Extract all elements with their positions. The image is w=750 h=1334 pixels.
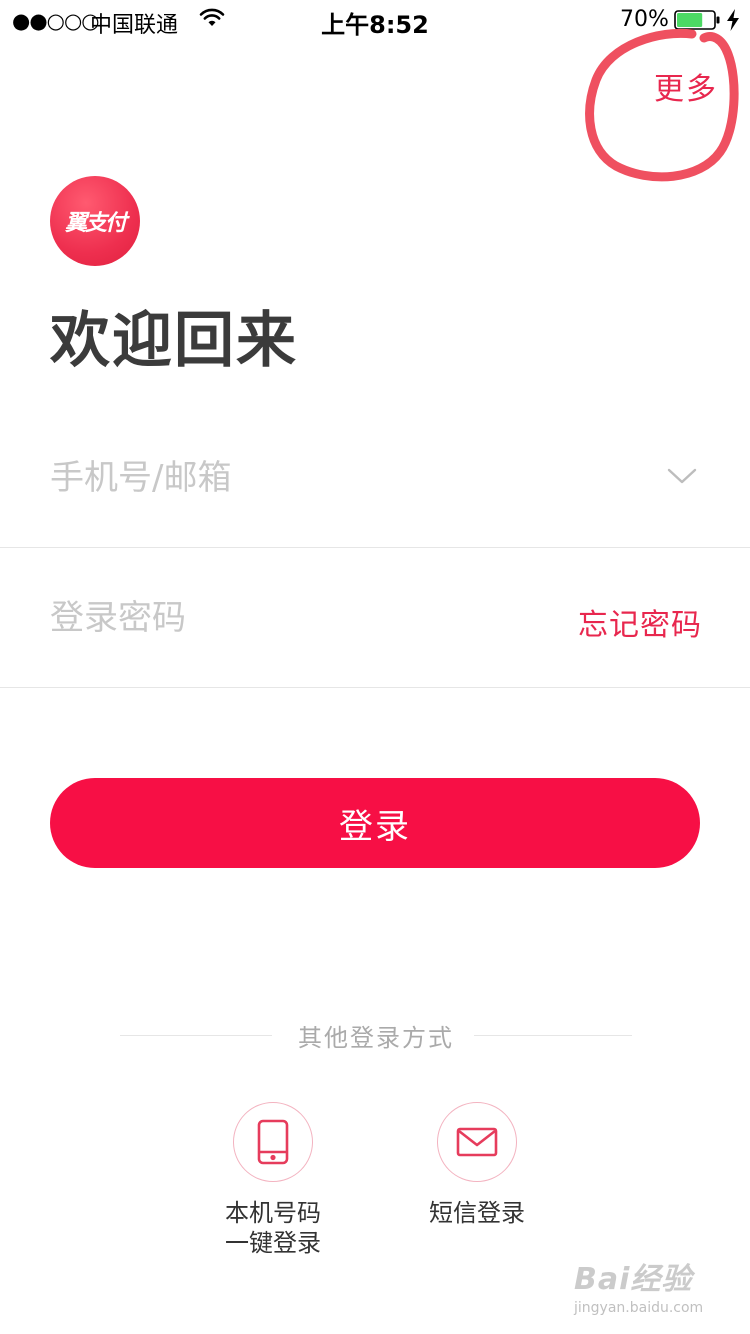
more-link[interactable]: 更多 <box>654 64 718 108</box>
one-click-login-button[interactable]: 本机号码 一键登录 <box>193 1102 353 1258</box>
account-input[interactable] <box>50 456 610 500</box>
divider <box>0 687 750 688</box>
status-bar: ●●○○○ 中国联通 上午8:52 70% <box>0 0 750 40</box>
battery-percent: 70% <box>620 7 669 32</box>
divider <box>0 547 750 548</box>
password-input[interactable] <box>50 596 530 640</box>
watermark: Bai经验 jingyan.baidu.com <box>574 1254 724 1324</box>
sms-login-label: 短信登录 <box>429 1199 525 1227</box>
mail-icon <box>456 1127 498 1157</box>
watermark-subtitle: jingyan.baidu.com <box>574 1300 704 1316</box>
forgot-password-link[interactable]: 忘记密码 <box>578 600 702 644</box>
sms-login-button[interactable]: 短信登录 <box>397 1102 557 1228</box>
account-field <box>0 440 750 548</box>
logo-text: 翼支付 <box>64 211 127 236</box>
watermark-title: Bai经验 <box>574 1262 693 1297</box>
phone-icon-circle[interactable] <box>233 1102 313 1182</box>
one-click-login-label: 本机号码 一键登录 <box>193 1198 353 1258</box>
password-field: 忘记密码 <box>0 580 750 688</box>
other-login-section: 其他登录方式 <box>120 1018 632 1052</box>
one-click-label-line2: 一键登录 <box>225 1229 321 1257</box>
charging-bolt-icon <box>727 9 739 31</box>
welcome-title: 欢迎回来 <box>50 306 298 376</box>
phone-icon <box>257 1119 289 1165</box>
divider-line <box>474 1035 632 1036</box>
app-logo: 翼支付 <box>50 176 140 266</box>
one-click-label-line1: 本机号码 <box>225 1199 321 1227</box>
mail-icon-circle[interactable] <box>437 1102 517 1182</box>
battery-icon <box>674 10 720 30</box>
chevron-down-icon[interactable] <box>666 466 698 486</box>
login-button[interactable]: 登录 <box>50 778 700 868</box>
